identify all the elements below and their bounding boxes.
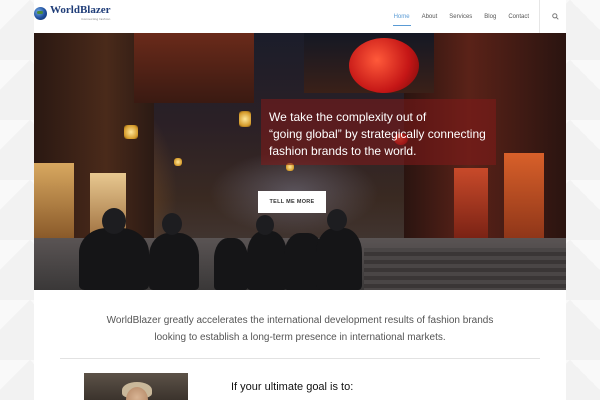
pedestrian-head: [327, 209, 347, 231]
pedestrian: [214, 238, 248, 290]
nav-item-about[interactable]: About: [416, 0, 444, 33]
street-lamp: [174, 158, 182, 166]
logo-text: WorldBlazer Connecting fashion: [50, 4, 111, 22]
red-lantern: [349, 38, 419, 93]
page: WorldBlazer Connecting fashion Home Abou…: [34, 0, 566, 400]
nav-item-blog[interactable]: Blog: [478, 0, 502, 33]
intro-text: WorldBlazer greatly accelerates the inte…: [34, 312, 566, 346]
nav-item-services[interactable]: Services: [443, 0, 478, 33]
nav-item-contact[interactable]: Contact: [502, 0, 535, 33]
pedestrian: [247, 231, 287, 290]
logo-name: WorldBlazer: [50, 4, 111, 16]
pedestrian: [149, 233, 199, 290]
nav-divider: [539, 0, 540, 33]
search-icon[interactable]: [544, 0, 566, 33]
tell-me-more-button[interactable]: TELL ME MORE: [258, 191, 326, 213]
hero-headline-line-2: “going global” by strategically connecti…: [269, 127, 486, 141]
pedestrian-head: [162, 213, 182, 235]
site-header: WorldBlazer Connecting fashion Home Abou…: [34, 0, 566, 33]
goal-heading: If your ultimate goal is to:: [231, 381, 354, 393]
profile-photo: [84, 373, 188, 400]
hero-banner: We take the complexity out of “going glo…: [34, 33, 566, 290]
intro-line-1: WorldBlazer greatly accelerates the inte…: [106, 315, 494, 326]
hero-headline-line-3: fashion brands to the world.: [269, 144, 417, 158]
section-divider: [60, 358, 540, 359]
pedestrian: [316, 228, 362, 290]
pedestrian-head: [102, 208, 126, 234]
storefront-left: [34, 163, 74, 238]
hero-headline-line-1: We take the complexity out of: [269, 110, 427, 124]
pedestrian-head: [256, 215, 274, 235]
nav-item-home[interactable]: Home: [388, 0, 416, 33]
main-nav: Home About Services Blog Contact: [388, 0, 566, 33]
roof-left: [134, 33, 254, 103]
street-lamp: [239, 111, 251, 127]
street-lamp: [124, 125, 138, 139]
logo[interactable]: WorldBlazer Connecting fashion: [34, 5, 111, 21]
pedestrian: [79, 228, 149, 290]
logo-tagline: Connecting fashion: [81, 17, 111, 21]
globe-logo-icon: [34, 6, 47, 20]
intro-line-2: looking to establish a long-term presenc…: [154, 332, 446, 343]
steps: [364, 248, 566, 290]
